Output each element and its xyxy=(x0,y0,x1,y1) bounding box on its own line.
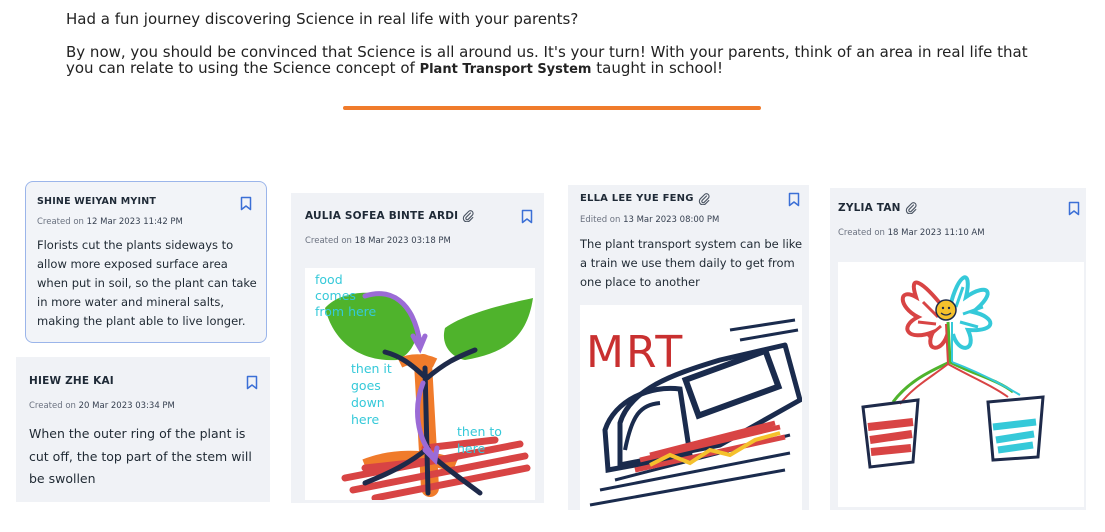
drawing-label: here xyxy=(457,441,485,456)
post-author: HIEW ZHE KAI xyxy=(29,375,114,387)
drawing-label: comes xyxy=(315,288,356,303)
post-card[interactable]: ZYLIA TAN Created on 18 Mar 2023 11:10 A… xyxy=(830,188,1086,510)
post-author-name: ZYLIA TAN xyxy=(838,201,901,214)
post-author-name: ELLA LEE YUE FENG xyxy=(580,193,694,204)
intro-body-end: taught in school! xyxy=(591,59,724,77)
timestamp-date: 18 Mar 2023 03:18 PM xyxy=(354,236,451,246)
post-author: ZYLIA TAN xyxy=(838,201,917,214)
drawing-label: down xyxy=(351,395,385,410)
timestamp-label: Created on xyxy=(37,217,84,227)
timestamp-date: 12 Mar 2023 11:42 PM xyxy=(86,217,183,227)
post-text: When the outer ring of the plant is cut … xyxy=(29,426,252,486)
post-timestamp: Edited on 13 Mar 2023 08:00 PM xyxy=(580,215,719,225)
paperclip-icon xyxy=(698,193,710,205)
orange-divider xyxy=(343,106,761,110)
bookmark-icon[interactable] xyxy=(521,209,533,224)
timestamp-date: 20 Mar 2023 03:34 PM xyxy=(78,401,175,411)
post-timestamp: Created on 18 Mar 2023 03:18 PM xyxy=(305,236,451,246)
post-timestamp: Created on 18 Mar 2023 11:10 AM xyxy=(838,228,985,238)
timestamp-label: Created on xyxy=(29,401,76,411)
post-author-name: SHINE WEIYAN MYINT xyxy=(37,196,157,207)
drawing-label: then it xyxy=(351,361,392,376)
post-text: Florists cut the plants sideways to allo… xyxy=(37,238,257,328)
post-author-name: AULIA SOFEA BINTE ARDI xyxy=(305,209,459,222)
drawing-label: here xyxy=(351,412,379,427)
timestamp-date: 13 Mar 2023 08:00 PM xyxy=(623,215,720,225)
post-author: ELLA LEE YUE FENG xyxy=(580,192,710,205)
paperclip-icon xyxy=(463,210,474,222)
post-author-name: HIEW ZHE KAI xyxy=(29,375,114,387)
bookmark-icon[interactable] xyxy=(788,192,800,207)
post-author: AULIA SOFEA BINTE ARDI xyxy=(305,209,474,222)
post-card[interactable]: HIEW ZHE KAI Created on 20 Mar 2023 03:3… xyxy=(16,357,270,502)
post-card[interactable]: AULIA SOFEA BINTE ARDI Created on 18 Mar… xyxy=(291,193,544,503)
post-timestamp: Created on 12 Mar 2023 11:42 PM xyxy=(37,217,183,227)
post-card[interactable]: SHINE WEIYAN MYINT Created on 12 Mar 202… xyxy=(25,181,267,343)
drawing-label: MRT xyxy=(586,327,684,378)
drawing-label: goes xyxy=(351,378,381,393)
drawing-label: then to xyxy=(457,424,502,439)
intro-question: Had a fun journey discovering Science in… xyxy=(66,10,579,28)
timestamp-label: Created on xyxy=(838,228,885,238)
plant-drawing-image[interactable]: food comes from here then it goes down h… xyxy=(305,268,535,500)
science-concept: Plant Transport System xyxy=(419,62,592,77)
bookmark-icon[interactable] xyxy=(1068,201,1080,216)
assignment-instructions: Had a fun journey discovering Science in… xyxy=(66,10,1056,78)
drawing-label: from here xyxy=(315,304,377,319)
bookmark-icon[interactable] xyxy=(246,375,258,390)
bookmark-icon[interactable] xyxy=(240,196,252,211)
post-card[interactable]: ELLA LEE YUE FENG Edited on 13 Mar 2023 … xyxy=(568,185,809,510)
post-text: The plant transport system can be like a… xyxy=(580,237,803,289)
post-author: SHINE WEIYAN MYINT xyxy=(37,196,156,207)
train-drawing-image[interactable]: MRT xyxy=(580,305,802,510)
timestamp-label: Created on xyxy=(305,236,352,246)
timestamp-date: 18 Mar 2023 11:10 AM xyxy=(887,228,985,238)
drawing-label: food xyxy=(315,272,343,287)
flower-drawing-image[interactable] xyxy=(838,262,1084,507)
paperclip-icon xyxy=(905,202,917,214)
timestamp-label: Edited on xyxy=(580,215,621,225)
post-timestamp: Created on 20 Mar 2023 03:34 PM xyxy=(29,401,175,411)
intro-body: By now, you should be convinced that Sci… xyxy=(66,44,1056,78)
